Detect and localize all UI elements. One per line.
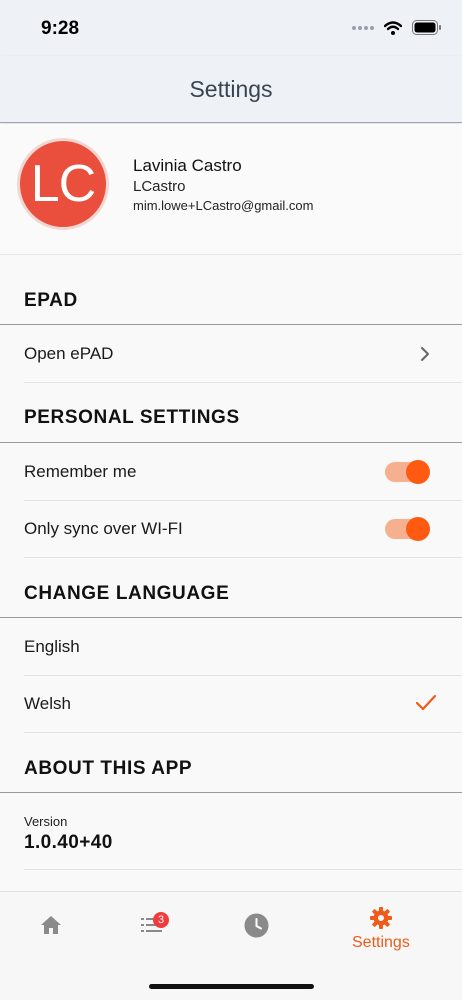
- row-separator: [24, 869, 462, 870]
- battery-icon: [412, 20, 441, 35]
- profile-name: Lavinia Castro: [133, 156, 242, 175]
- gear-icon: [369, 907, 392, 929]
- wifi-sync-toggle[interactable]: [385, 517, 430, 541]
- tab-history[interactable]: [244, 913, 269, 938]
- tab-home[interactable]: [39, 914, 63, 936]
- language-label-welsh: Welsh: [24, 694, 71, 713]
- divider: [0, 254, 462, 255]
- home-icon: [41, 916, 61, 934]
- row-separator: [24, 557, 462, 558]
- version-value: 1.0.40+40: [24, 832, 113, 853]
- clock-icon: [244, 913, 269, 938]
- language-label-english: English: [24, 637, 80, 656]
- section-header-personal: PERSONAL SETTINGS: [24, 407, 240, 428]
- language-option-welsh[interactable]: Welsh: [0, 676, 462, 732]
- version-label: Version: [24, 814, 68, 829]
- avatar: LC: [17, 138, 109, 230]
- chevron-right-icon: [421, 347, 429, 361]
- remember-me-row: Remember me: [0, 444, 462, 500]
- page-title: Settings: [189, 76, 273, 102]
- section-rule: [0, 792, 462, 793]
- tab-settings-label: Settings: [352, 934, 410, 951]
- section-rule: [0, 617, 462, 618]
- profile-username: LCastro: [133, 178, 186, 195]
- language-option-english[interactable]: English: [0, 619, 462, 675]
- remember-me-toggle[interactable]: [385, 460, 430, 484]
- status-bar: 9:28: [0, 0, 462, 56]
- section-header-language: CHANGE LANGUAGE: [24, 583, 230, 604]
- checkmark-icon: [415, 694, 437, 711]
- wifi-icon: [384, 20, 402, 35]
- remember-me-label: Remember me: [24, 462, 137, 481]
- open-epad-row[interactable]: Open ePAD: [0, 326, 462, 382]
- row-separator: [24, 382, 462, 383]
- toggle-knob: [406, 460, 430, 484]
- section-rule: [0, 324, 462, 325]
- profile-card: LC Lavinia Castro LCastro mim.lowe+LCast…: [0, 124, 462, 254]
- row-separator: [24, 732, 462, 733]
- toggle-knob: [406, 517, 430, 541]
- tab-settings[interactable]: Settings: [352, 906, 410, 952]
- wifi-sync-label: Only sync over WI-FI: [24, 519, 183, 538]
- signal-icon: [352, 25, 374, 30]
- section-header-about: ABOUT THIS APP: [24, 758, 193, 779]
- section-header-epad: EPAD: [24, 290, 78, 311]
- profile-email: mim.lowe+LCastro@gmail.com: [133, 198, 314, 213]
- status-time: 9:28: [41, 18, 80, 39]
- open-epad-label: Open ePAD: [24, 344, 114, 363]
- home-indicator: [149, 984, 314, 989]
- wifi-sync-row: Only sync over WI-FI: [0, 501, 462, 557]
- status-icons: [352, 20, 442, 35]
- navigation-bar: Settings: [0, 56, 462, 123]
- notification-badge: 3: [153, 912, 169, 928]
- section-rule: [0, 442, 462, 443]
